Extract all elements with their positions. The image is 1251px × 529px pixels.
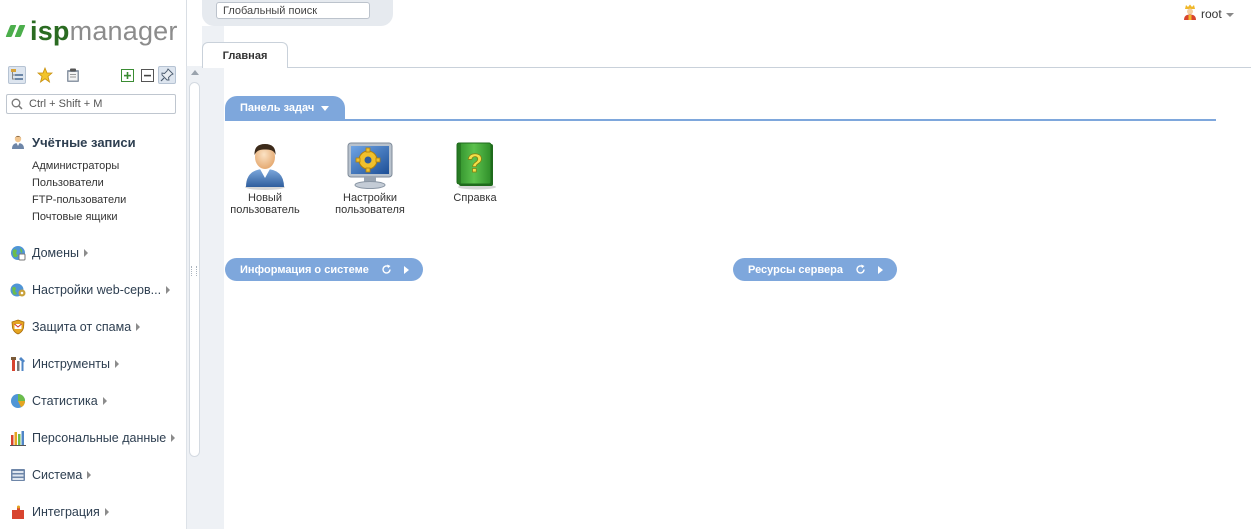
- refresh-icon[interactable]: [381, 264, 392, 275]
- sidebar-resize-handle[interactable]: [191, 266, 197, 276]
- menu-section-label: Домены: [32, 246, 79, 260]
- menu-section-personal-data[interactable]: Персональные данные: [10, 428, 176, 448]
- menu-item-administrators[interactable]: Администраторы: [32, 160, 119, 172]
- chevron-right-icon: [166, 286, 171, 294]
- chevron-right-icon[interactable]: [877, 265, 883, 274]
- sidebar-scrollbar[interactable]: [186, 66, 203, 529]
- server-resources-panel-header[interactable]: Ресурсы сервера: [733, 258, 897, 281]
- menu-section-domains[interactable]: Домены: [10, 243, 88, 263]
- favorites-star-icon[interactable]: [36, 66, 54, 84]
- user-name: root: [1201, 6, 1222, 21]
- system-info-panel-header[interactable]: Информация о системе: [225, 258, 423, 281]
- panel-title: Панель задач: [240, 102, 315, 114]
- domains-icon: [10, 245, 26, 261]
- tab-strip: [202, 67, 1251, 68]
- refresh-icon[interactable]: [855, 264, 866, 275]
- app-logo: isp manager: [5, 16, 178, 46]
- tile-label-line2: пользователь: [230, 204, 300, 216]
- expand-all-icon[interactable]: [118, 66, 136, 84]
- menu-search-input[interactable]: [29, 96, 169, 112]
- pin-icon[interactable]: [158, 66, 176, 84]
- tile-label-line2: пользователя: [335, 204, 405, 216]
- new-user-icon: [245, 144, 285, 190]
- tile-label-line1: Справка: [453, 192, 497, 204]
- system-icon: [10, 467, 26, 483]
- panel-title: Ресурсы сервера: [748, 263, 843, 276]
- menu-item-users[interactable]: Пользователи: [32, 177, 104, 189]
- menu-section-label: Система: [32, 468, 83, 482]
- menu-section-accounts[interactable]: Учётные записи: [10, 132, 136, 152]
- tile-label-line1: Настройки: [343, 192, 397, 204]
- chevron-right-icon: [87, 471, 92, 479]
- menu-section-label: Инструменты: [32, 357, 110, 371]
- tree-view-icon[interactable]: [8, 66, 26, 84]
- chevron-right-icon[interactable]: [403, 265, 409, 274]
- web-settings-icon: [10, 282, 26, 298]
- collapse-all-icon[interactable]: [138, 66, 156, 84]
- tile-label-line1: Новый: [248, 192, 282, 204]
- menu-section-label: Интеграция: [32, 505, 100, 519]
- menu-section-label: Статистика: [32, 394, 98, 408]
- menu-section-label: Персональные данные: [32, 431, 167, 445]
- menu-section-web-settings[interactable]: Настройки web-серв...: [10, 280, 171, 300]
- menu-section-system[interactable]: Система: [10, 465, 92, 485]
- sidebar: ispmanager Учётные записи: [0, 0, 187, 529]
- integration-icon: [10, 504, 26, 520]
- menu-section-statistics[interactable]: Статистика: [10, 391, 107, 411]
- chevron-right-icon: [104, 508, 109, 516]
- logo-text-isp: isp: [30, 16, 70, 46]
- user-avatar-icon: [1183, 4, 1197, 23]
- chevron-right-icon: [102, 397, 107, 405]
- menu-section-integration[interactable]: Интеграция: [10, 502, 109, 522]
- user-menu[interactable]: root: [1183, 4, 1234, 23]
- chevron-right-icon: [136, 323, 141, 331]
- user-settings-icon: [347, 142, 393, 189]
- tile-help[interactable]: ? Справка: [430, 140, 520, 204]
- tab-main[interactable]: Главная: [202, 42, 288, 68]
- tasks-panel-divider: [225, 119, 1216, 121]
- scroll-up-arrow-icon[interactable]: [191, 70, 199, 75]
- clipboard-icon[interactable]: [64, 66, 82, 84]
- spam-protection-icon: [10, 319, 26, 335]
- menu-section-label: Учётные записи: [32, 134, 136, 150]
- chevron-down-icon: [321, 105, 330, 111]
- global-search-input[interactable]: [216, 2, 370, 19]
- accounts-icon: [10, 134, 26, 150]
- help-book-icon: ?: [456, 142, 496, 190]
- menu-section-label: Настройки web-серв...: [32, 283, 162, 297]
- logo-text-manager: manager: [69, 16, 178, 46]
- svg-text:?: ?: [467, 148, 483, 178]
- tasks-panel-header[interactable]: Панель задач: [225, 96, 345, 120]
- logo-slash-icon: [14, 25, 26, 37]
- menu-section-tools[interactable]: Инструменты: [10, 354, 119, 374]
- menu-item-ftp-users[interactable]: FTP-пользователи: [32, 194, 126, 206]
- menu-section-spam-protection[interactable]: Защита от спама: [10, 317, 141, 337]
- personal-data-icon: [10, 430, 26, 446]
- tools-icon: [10, 356, 26, 372]
- menu-item-mailboxes[interactable]: Почтовые ящики: [32, 211, 118, 223]
- content-gutter: [202, 26, 224, 529]
- chevron-down-icon: [1225, 12, 1234, 17]
- chevron-right-icon: [114, 360, 119, 368]
- panel-title: Информация о системе: [240, 263, 369, 276]
- sidebar-toolbar: [6, 66, 182, 86]
- statistics-icon: [10, 393, 26, 409]
- search-icon: [11, 98, 23, 113]
- chevron-right-icon: [84, 249, 88, 257]
- tile-user-settings[interactable]: Настройки пользователя: [325, 140, 415, 216]
- chevron-right-icon: [171, 434, 176, 442]
- menu-section-label: Защита от спама: [32, 320, 132, 334]
- tile-new-user[interactable]: Новый пользователь: [220, 140, 310, 216]
- menu-search-field: [6, 94, 176, 114]
- tab-label: Главная: [222, 49, 268, 62]
